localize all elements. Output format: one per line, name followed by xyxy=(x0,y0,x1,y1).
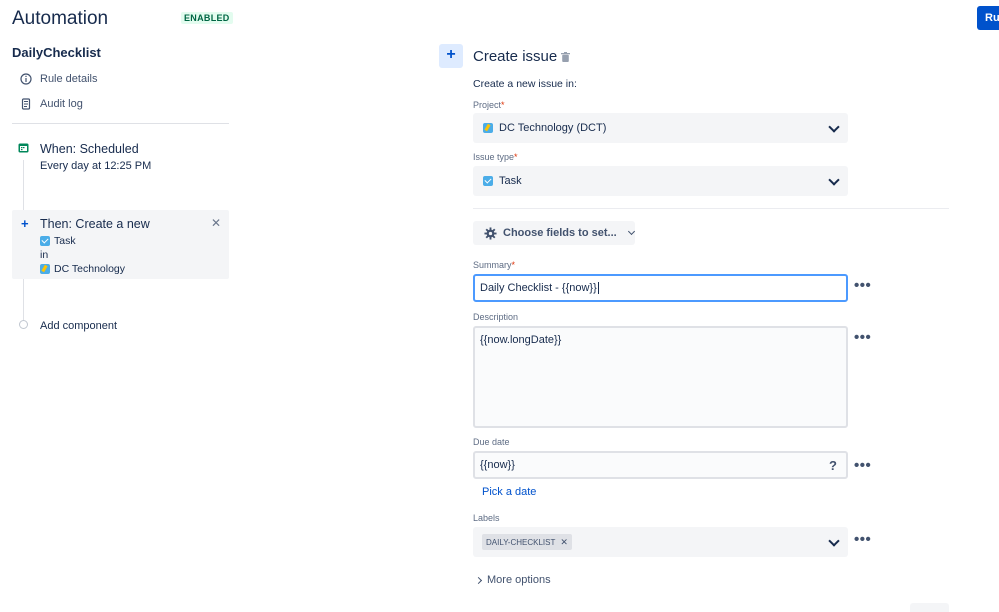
summary-label: Summary* xyxy=(473,260,516,270)
trigger-title[interactable]: When: Scheduled xyxy=(40,142,139,156)
help-icon[interactable]: ? xyxy=(829,458,837,473)
summary-value: Daily Checklist - {{now}} xyxy=(480,282,597,294)
info-icon xyxy=(20,73,32,85)
action-title: Then: Create a new xyxy=(40,217,150,231)
more-options-toggle[interactable]: More options xyxy=(474,574,551,586)
close-icon[interactable]: ✕ xyxy=(211,216,221,230)
run-button[interactable]: Ru xyxy=(977,6,999,30)
chevron-down-icon xyxy=(828,174,840,186)
due-date-input[interactable]: {{now}} ? xyxy=(473,451,848,479)
choose-fields-label: Choose fields to set... xyxy=(503,227,617,239)
trigger-subtitle: Every day at 12:25 PM xyxy=(40,160,152,172)
due-date-value: {{now}} xyxy=(480,459,515,471)
chevron-down-icon xyxy=(627,227,635,236)
issue-type-value: Task xyxy=(499,175,522,187)
due-date-more-icon[interactable]: ••• xyxy=(854,458,871,473)
issue-type-label: Issue type* xyxy=(473,152,518,162)
page-title: Automation xyxy=(12,8,109,29)
sidebar-item-label: Audit log xyxy=(40,98,83,110)
chevron-down-icon xyxy=(828,535,840,547)
add-component-plus-button[interactable]: + xyxy=(439,44,463,68)
summary-more-icon[interactable]: ••• xyxy=(854,278,871,293)
sidebar-item-rule-details[interactable]: Rule details xyxy=(20,73,97,85)
project-value: DC Technology (DCT) xyxy=(499,122,607,134)
action-component-card[interactable]: + Then: Create a new ✕ Task in DC Techno… xyxy=(12,210,229,279)
labels-more-icon[interactable]: ••• xyxy=(854,532,871,547)
section-divider xyxy=(473,208,949,209)
chevron-down-icon xyxy=(828,121,840,133)
audit-log-icon xyxy=(21,98,31,110)
text-caret xyxy=(597,282,599,294)
issue-type-select[interactable]: Task xyxy=(473,166,848,196)
description-value: {{now.longDate}} xyxy=(480,334,562,346)
due-date-label: Due date xyxy=(473,437,510,447)
add-component-dot-icon xyxy=(19,320,28,329)
trash-icon[interactable] xyxy=(561,52,570,62)
sidebar-item-audit-log[interactable]: Audit log xyxy=(20,98,83,110)
intro-text: Create a new issue in: xyxy=(473,78,577,90)
pick-date-link[interactable]: Pick a date xyxy=(482,486,536,498)
panel-title: Create issue xyxy=(473,48,558,65)
remove-tag-icon[interactable]: ✕ xyxy=(560,537,568,548)
description-more-icon[interactable]: ••• xyxy=(854,330,871,345)
sidebar-item-label: Rule details xyxy=(40,73,98,85)
chevron-right-icon xyxy=(474,576,483,584)
project-icon xyxy=(483,123,493,133)
action-project: DC Technology xyxy=(40,263,125,275)
description-label: Description xyxy=(473,312,519,322)
project-label: Project* xyxy=(473,100,505,110)
calendar-icon xyxy=(18,143,29,153)
task-icon xyxy=(40,236,50,246)
summary-input[interactable]: Daily Checklist - {{now}} xyxy=(473,274,848,302)
action-issue-type: Task xyxy=(40,235,76,247)
add-component-button[interactable]: Add component xyxy=(40,320,117,332)
project-select[interactable]: DC Technology (DCT) xyxy=(473,113,848,143)
plus-icon: + xyxy=(21,216,29,231)
labels-label: Labels xyxy=(473,513,500,523)
label-tag: DAILY-CHECKLIST ✕ xyxy=(482,534,572,550)
project-icon xyxy=(40,264,50,274)
status-badge: ENABLED xyxy=(181,12,233,24)
description-textarea[interactable]: {{now.longDate}} xyxy=(473,326,848,428)
choose-fields-button[interactable]: Choose fields to set... xyxy=(473,221,635,245)
sidebar-divider xyxy=(12,123,229,124)
labels-select[interactable]: DAILY-CHECKLIST ✕ xyxy=(473,527,848,557)
footer-button-partial[interactable] xyxy=(910,603,949,612)
gear-icon xyxy=(484,226,497,240)
rule-name: DailyChecklist xyxy=(12,45,101,60)
action-in-label: in xyxy=(40,249,49,261)
task-icon xyxy=(483,176,493,186)
